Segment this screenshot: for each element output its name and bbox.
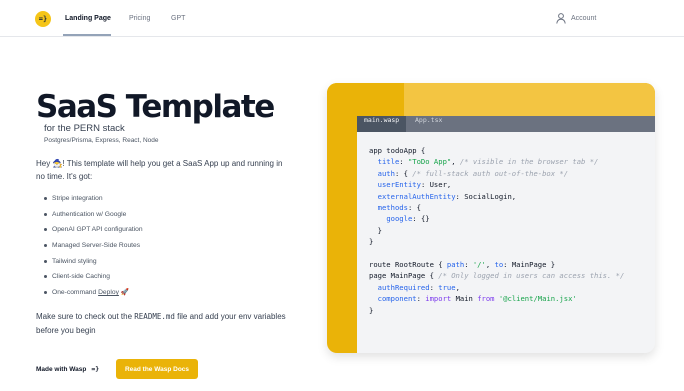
deploy-link[interactable]: Deploy — [98, 289, 119, 296]
tab-main-wasp[interactable]: main.wasp — [357, 116, 407, 132]
user-icon — [556, 13, 566, 24]
top-nav-bar: =} Landing Page Pricing GPT Account — [0, 0, 684, 37]
list-item: Managed Server-Side Routes — [44, 241, 143, 257]
tech-stack-line: Postgres/Prisma, Express, React, Node — [44, 137, 159, 144]
tab-app-tsx[interactable]: App.tsx — [408, 116, 449, 132]
rocket-icon: 🚀 — [120, 289, 130, 297]
code-editor-content: app todoApp { title: "ToDo App", /* visi… — [369, 146, 625, 315]
wasp-mark-icon: =} — [91, 365, 100, 373]
list-item: Tailwind styling — [44, 257, 143, 273]
card-header-highlight — [404, 83, 655, 116]
outro-paragraph: Make sure to check out the README.md fil… — [36, 312, 286, 335]
wizard-emoji-icon: 🧙‍♂️ — [52, 159, 63, 168]
list-item: One-command Deploy 🚀 — [44, 288, 143, 304]
list-item: Client-side Caching — [44, 272, 143, 288]
hero-subtitle: for the PERN stack — [44, 123, 125, 134]
account-label: Account — [571, 15, 597, 22]
readme-filename: README.md — [134, 312, 175, 321]
nav-landing-page[interactable]: Landing Page — [65, 15, 111, 22]
list-item: Stripe integration — [44, 194, 143, 210]
card-side-band — [327, 83, 357, 353]
intro-paragraph: Hey 🧙‍♂️! This template will help you ge… — [36, 159, 283, 181]
account-link[interactable]: Account — [556, 13, 596, 24]
nav-pricing[interactable]: Pricing — [129, 15, 150, 22]
list-item: Authentication w/ Google — [44, 210, 143, 226]
list-item: OpenAI GPT API configuration — [44, 225, 143, 241]
features-list: Stripe integration Authentication w/ Goo… — [44, 194, 143, 304]
read-wasp-docs-button[interactable]: Read the Wasp Docs — [116, 359, 198, 379]
page-title: SaaS Template — [36, 89, 275, 125]
editor-tab-bar: main.wasp App.tsx — [357, 116, 655, 132]
wasp-logo[interactable]: =} — [35, 11, 51, 27]
code-preview-card: main.wasp App.tsx app todoApp { title: "… — [327, 83, 655, 353]
made-with-wasp-label: Made with Wasp =} — [36, 365, 100, 373]
active-nav-indicator — [63, 34, 111, 36]
nav-gpt[interactable]: GPT — [171, 15, 185, 22]
